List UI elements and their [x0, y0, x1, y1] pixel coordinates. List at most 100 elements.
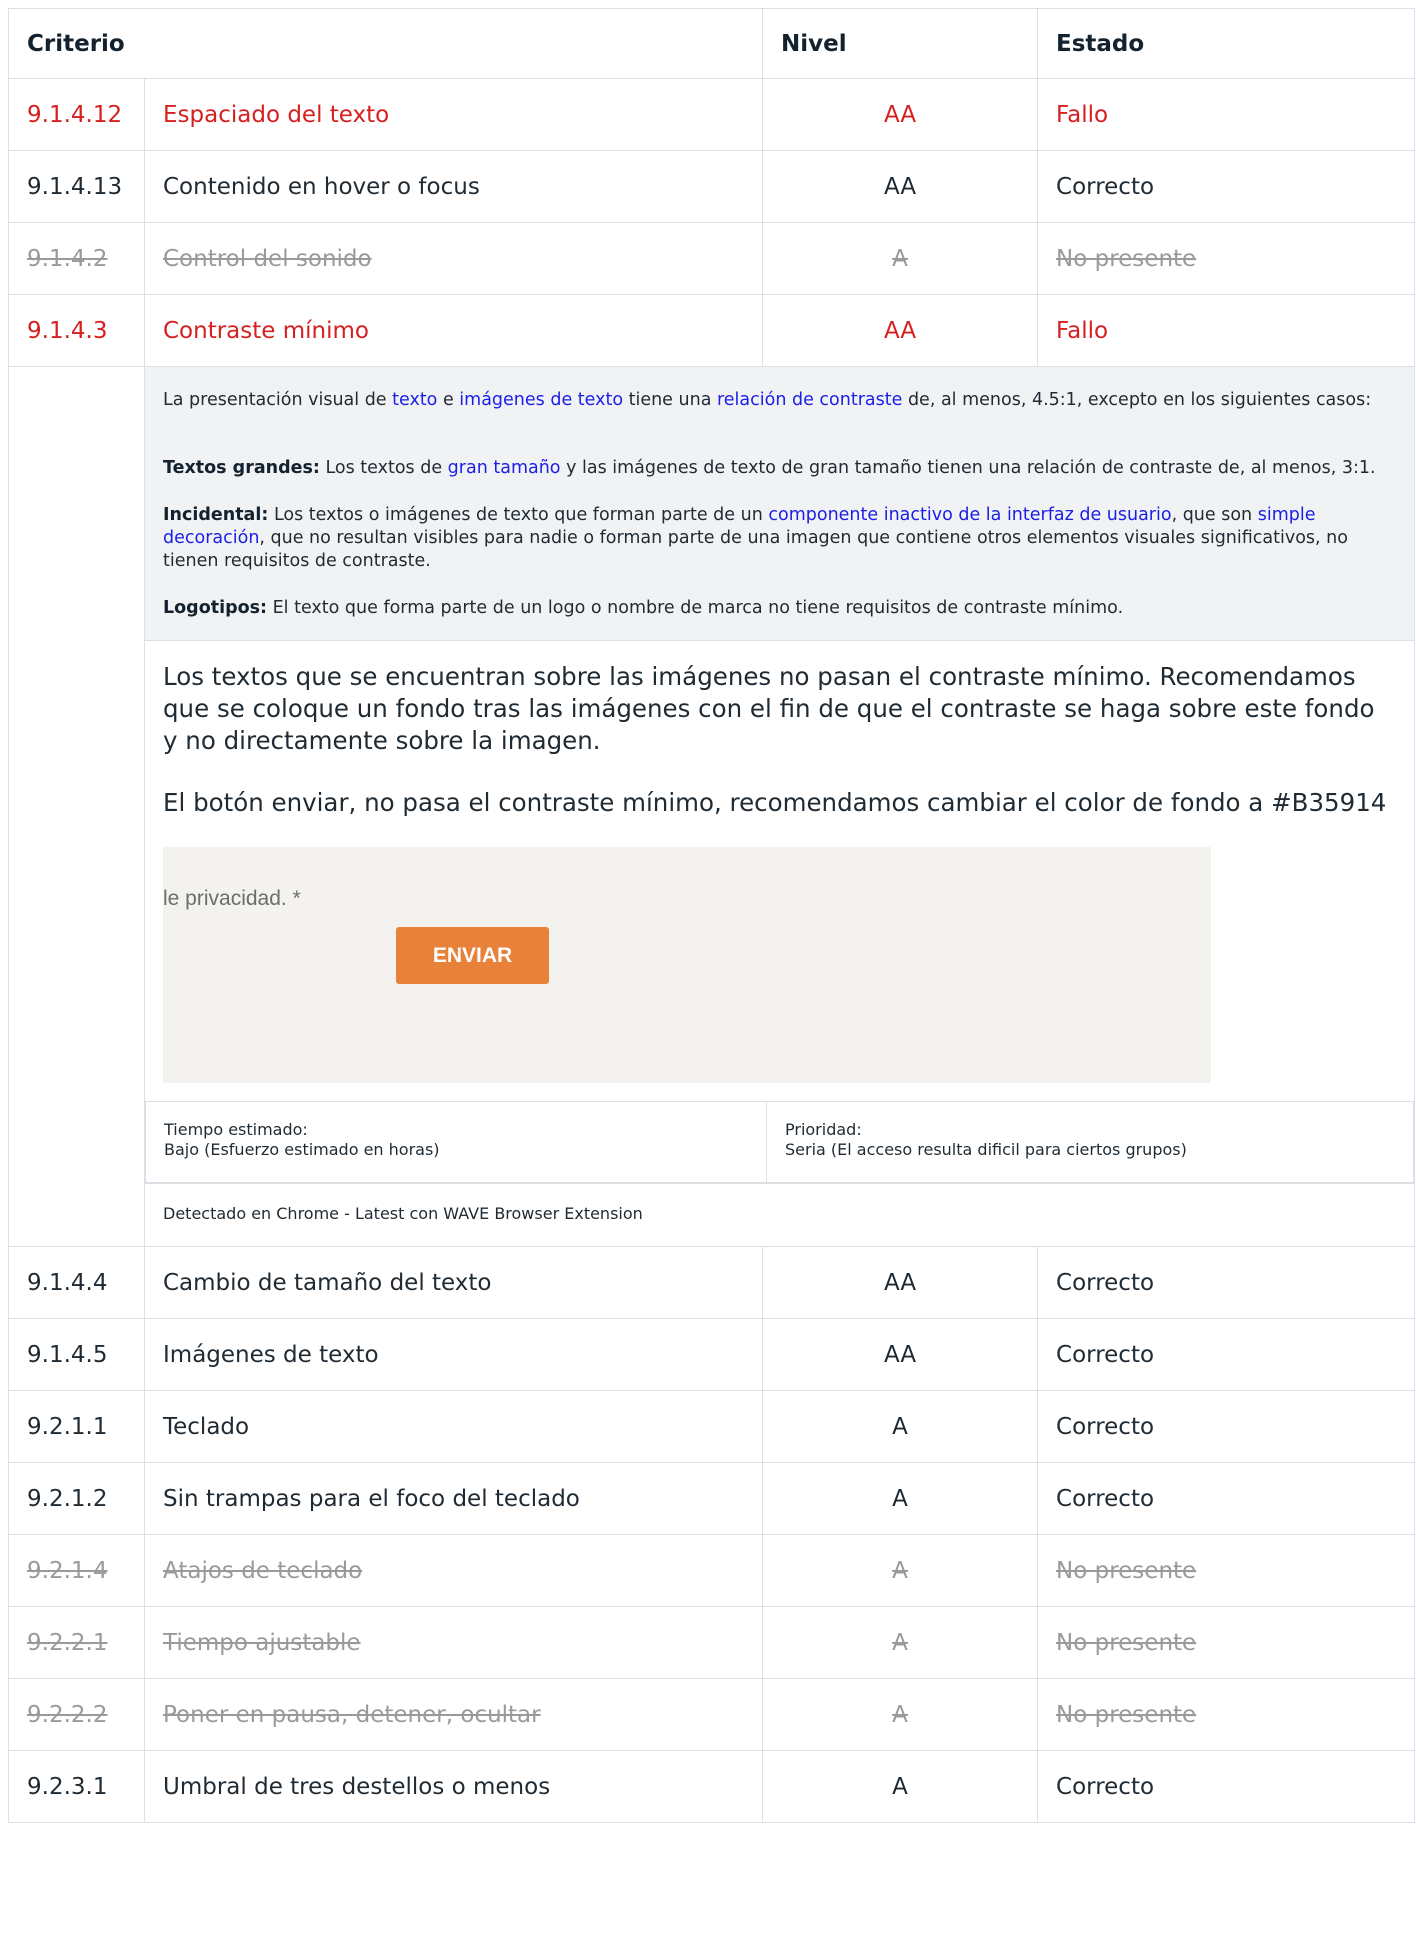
- detail-spacer: [8, 366, 145, 1247]
- wcag-paragraph: Incidental: Los textos o imágenes de tex…: [163, 504, 1392, 573]
- criterion-code: 9.1.4.5: [8, 1318, 145, 1391]
- text-span: y las imágenes de texto de gran tamaño t…: [560, 458, 1376, 478]
- criterion-detail: La presentación visual de texto e imágen…: [143, 366, 1416, 1247]
- criterion-level: A: [762, 1750, 1039, 1823]
- criterion-detail-row: La presentación visual de texto e imágen…: [8, 366, 1416, 1247]
- criterion-name: Imágenes de texto: [143, 1318, 764, 1391]
- wcag-definition: La presentación visual de texto e imágen…: [145, 367, 1415, 640]
- text-span: Los textos o imágenes de texto que forma…: [268, 505, 769, 525]
- evidence-screenshot: le privacidad. * ENVIAR: [163, 847, 1211, 1083]
- wcag-paragraph: La presentación visual de texto e imágen…: [163, 389, 1392, 412]
- criterion-code: 9.2.2.1: [8, 1606, 145, 1679]
- link-imagenes-de-texto[interactable]: imágenes de texto: [459, 390, 623, 410]
- criterion-code: 9.1.4.12: [8, 78, 145, 151]
- table-row-expanded[interactable]: 9.1.4.3 Contraste mínimo AA Fallo: [8, 294, 1416, 367]
- table-row[interactable]: 9.1.4.12 Espaciado del texto AA Fallo: [8, 78, 1416, 151]
- criterion-level: AA: [762, 294, 1039, 367]
- criterion-code: 9.1.4.13: [8, 150, 145, 223]
- table-row[interactable]: 9.2.1.4 Atajos de teclado A No presente: [8, 1534, 1416, 1607]
- criterion-level: A: [762, 1678, 1039, 1751]
- wcag-paragraph: Logotipos: El texto que forma parte de u…: [163, 597, 1392, 620]
- criterion-level: A: [762, 1390, 1039, 1463]
- table-row[interactable]: 9.1.4.5 Imágenes de texto AA Correcto: [8, 1318, 1416, 1391]
- table-row[interactable]: 9.2.2.1 Tiempo ajustable A No presente: [8, 1606, 1416, 1679]
- finding-notes: Los textos que se encuentran sobre las i…: [145, 640, 1415, 1101]
- criterion-name: Cambio de tamaño del texto: [143, 1246, 764, 1319]
- criterion-state: No presente: [1037, 1678, 1416, 1751]
- table-row[interactable]: 9.1.4.13 Contenido en hover o focus AA C…: [8, 150, 1416, 223]
- criterion-state: Correcto: [1037, 1318, 1416, 1391]
- criterion-level: A: [762, 1606, 1039, 1679]
- criterion-name: Espaciado del texto: [143, 78, 764, 151]
- header-criterio: Criterio: [7, 8, 764, 79]
- text-span: El texto que forma parte de un logo o no…: [267, 598, 1124, 618]
- criterion-code: 9.1.4.4: [8, 1246, 145, 1319]
- criterion-name: Poner en pausa, detener, ocultar: [143, 1678, 764, 1751]
- criterion-state: Correcto: [1037, 1462, 1416, 1535]
- link-componente-inactivo[interactable]: componente inactivo de la interfaz de us…: [768, 505, 1171, 525]
- table-row[interactable]: 9.2.2.2 Poner en pausa, detener, ocultar…: [8, 1678, 1416, 1751]
- link-gran-tamano[interactable]: gran tamaño: [448, 458, 561, 478]
- estimated-time-label: Tiempo estimado:: [164, 1120, 308, 1139]
- criterion-level: AA: [762, 1318, 1039, 1391]
- link-relacion-de-contraste[interactable]: relación de contraste: [717, 390, 902, 410]
- criterion-level: A: [762, 222, 1039, 295]
- label-textos-grandes: Textos grandes:: [163, 458, 320, 478]
- criterion-level: A: [762, 1534, 1039, 1607]
- table-row[interactable]: 9.2.1.1 Teclado A Correcto: [8, 1390, 1416, 1463]
- criterion-state: Correcto: [1037, 1390, 1416, 1463]
- criteria-table: Criterio Nivel Estado 9.1.4.12 Espaciado…: [7, 8, 1416, 1823]
- criterion-name: Teclado: [143, 1390, 764, 1463]
- criterion-name: Tiempo ajustable: [143, 1606, 764, 1679]
- criterion-name: Control del sonido: [143, 222, 764, 295]
- criterion-state: Fallo: [1037, 78, 1416, 151]
- text-span: , que son: [1171, 505, 1258, 525]
- detail-meta: Tiempo estimado: Bajo (Esfuerzo estimado…: [145, 1101, 1415, 1183]
- table-header-row: Criterio Nivel Estado: [7, 8, 1416, 79]
- priority-value: Seria (El acceso resulta dificil para ci…: [785, 1140, 1187, 1159]
- criterion-code: 9.2.3.1: [8, 1750, 145, 1823]
- screenshot-enviar-button: ENVIAR: [396, 927, 549, 984]
- estimated-time-value: Bajo (Esfuerzo estimado en horas): [164, 1140, 440, 1159]
- priority: Prioridad: Seria (El acceso resulta difi…: [765, 1101, 1415, 1183]
- criterion-code: 9.2.1.2: [8, 1462, 145, 1535]
- header-nivel: Nivel: [762, 8, 1039, 79]
- criterion-state: Correcto: [1037, 1246, 1416, 1319]
- criterion-state: Fallo: [1037, 294, 1416, 367]
- criterion-name: Sin trampas para el foco del teclado: [143, 1462, 764, 1535]
- table-row[interactable]: 9.1.4.2 Control del sonido A No presente: [8, 222, 1416, 295]
- label-logotipos: Logotipos:: [163, 598, 268, 618]
- criterion-code: 9.1.4.3: [8, 294, 145, 367]
- header-estado: Estado: [1037, 8, 1416, 79]
- criterion-name: Contenido en hover o focus: [143, 150, 764, 223]
- text-span: de, al menos, 4.5:1, excepto en los sigu…: [902, 390, 1372, 410]
- criterion-code: 9.2.1.1: [8, 1390, 145, 1463]
- criterion-name: Atajos de teclado: [143, 1534, 764, 1607]
- link-texto[interactable]: texto: [392, 390, 437, 410]
- text-span: tiene una: [623, 390, 717, 410]
- criterion-state: No presente: [1037, 1534, 1416, 1607]
- finding-note: El botón enviar, no pasa el contraste mí…: [163, 788, 1387, 817]
- finding-note: Los textos que se encuentran sobre las i…: [163, 662, 1375, 755]
- criterion-level: A: [762, 1462, 1039, 1535]
- text-span: La presentación visual de: [163, 390, 393, 410]
- text-span: , que no resultan visibles para nadie o …: [163, 528, 1348, 571]
- table-row[interactable]: 9.2.1.2 Sin trampas para el foco del tec…: [8, 1462, 1416, 1535]
- criterion-code: 9.2.2.2: [8, 1678, 145, 1751]
- criterion-name: Umbral de tres destellos o menos: [143, 1750, 764, 1823]
- priority-label: Prioridad:: [785, 1120, 862, 1139]
- criterion-state: No presente: [1037, 222, 1416, 295]
- table-row[interactable]: 9.1.4.4 Cambio de tamaño del texto AA Co…: [8, 1246, 1416, 1319]
- wcag-paragraph: Textos grandes: Los textos de gran tamañ…: [163, 457, 1392, 480]
- table-row[interactable]: 9.2.3.1 Umbral de tres destellos o menos…: [8, 1750, 1416, 1823]
- criterion-level: AA: [762, 150, 1039, 223]
- detected-by: Detectado en Chrome - Latest con WAVE Br…: [145, 1183, 1415, 1246]
- screenshot-privacy-text: le privacidad. *: [163, 887, 301, 910]
- criterion-state: Correcto: [1037, 1750, 1416, 1823]
- text-span: e: [437, 390, 460, 410]
- text-span: Los textos de: [319, 458, 448, 478]
- criterion-name: Contraste mínimo: [143, 294, 764, 367]
- criterion-code: 9.2.1.4: [8, 1534, 145, 1607]
- label-incidental: Incidental:: [163, 505, 269, 525]
- criterion-code: 9.1.4.2: [8, 222, 145, 295]
